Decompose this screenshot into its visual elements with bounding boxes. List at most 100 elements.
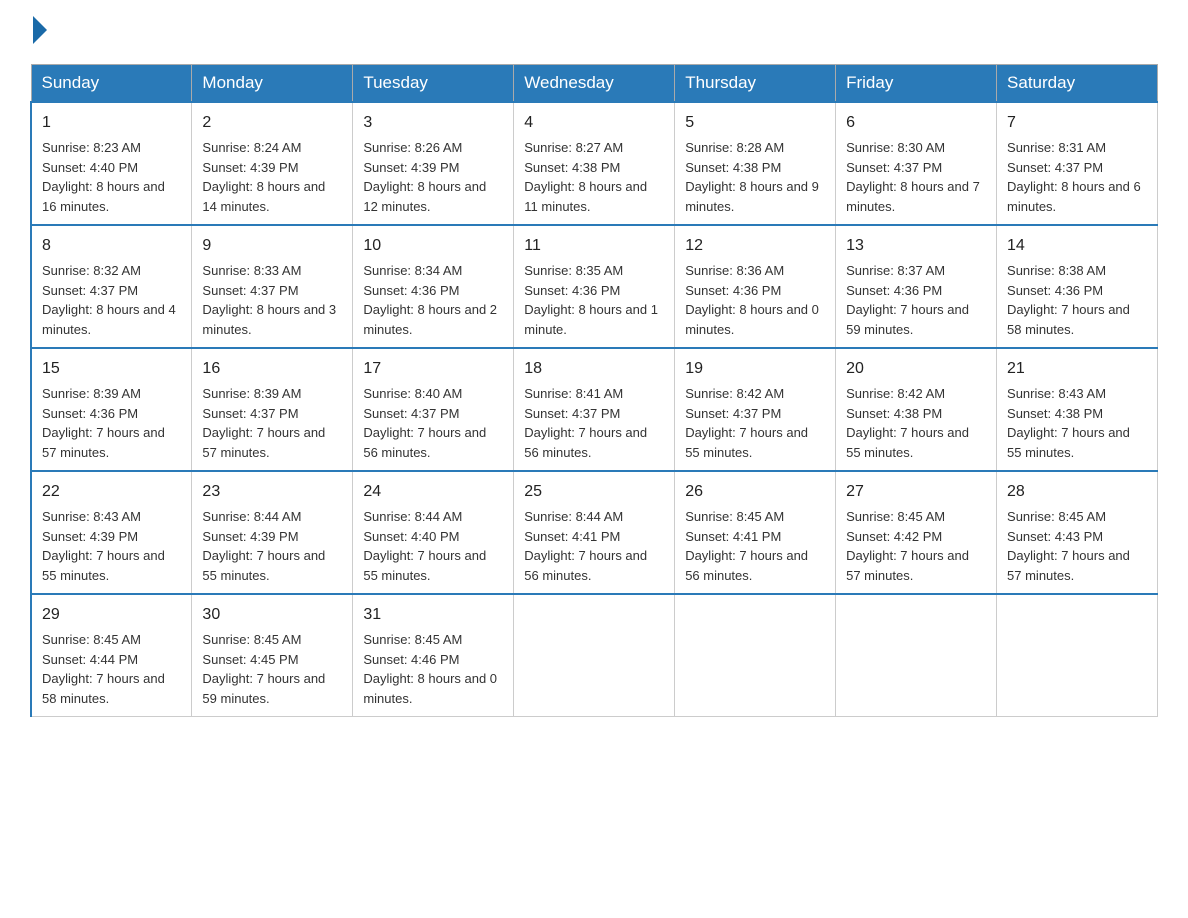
day-info: Sunrise: 8:27 AMSunset: 4:38 PMDaylight:… xyxy=(524,140,647,214)
day-info: Sunrise: 8:45 AMSunset: 4:43 PMDaylight:… xyxy=(1007,509,1130,583)
calendar-cell xyxy=(997,594,1158,717)
calendar-header: SundayMondayTuesdayWednesdayThursdayFrid… xyxy=(31,65,1158,103)
calendar-week-2: 8Sunrise: 8:32 AMSunset: 4:37 PMDaylight… xyxy=(31,225,1158,348)
calendar-cell: 4 Sunrise: 8:27 AMSunset: 4:38 PMDaylight… xyxy=(514,102,675,225)
calendar-week-4: 22Sunrise: 8:43 AMSunset: 4:39 PMDayligh… xyxy=(31,471,1158,594)
day-number: 25 xyxy=(524,480,664,504)
calendar-cell: 30 Sunrise: 8:45 AMSunset: 4:45 PMDayligh… xyxy=(192,594,353,717)
day-info: Sunrise: 8:38 AMSunset: 4:36 PMDaylight:… xyxy=(1007,263,1130,337)
header-day-wednesday: Wednesday xyxy=(514,65,675,103)
day-info: Sunrise: 8:41 AMSunset: 4:37 PMDaylight:… xyxy=(524,386,647,460)
day-info: Sunrise: 8:34 AMSunset: 4:36 PMDaylight:… xyxy=(363,263,497,337)
day-number: 11 xyxy=(524,234,664,258)
calendar-cell: 5 Sunrise: 8:28 AMSunset: 4:38 PMDaylight… xyxy=(675,102,836,225)
day-number: 21 xyxy=(1007,357,1147,381)
logo-triangle-icon xyxy=(33,16,47,44)
calendar-cell: 27 Sunrise: 8:45 AMSunset: 4:42 PMDayligh… xyxy=(836,471,997,594)
day-info: Sunrise: 8:35 AMSunset: 4:36 PMDaylight:… xyxy=(524,263,658,337)
calendar-cell xyxy=(675,594,836,717)
calendar-cell: 22Sunrise: 8:43 AMSunset: 4:39 PMDayligh… xyxy=(31,471,192,594)
day-info: Sunrise: 8:43 AMSunset: 4:38 PMDaylight:… xyxy=(1007,386,1130,460)
day-number: 12 xyxy=(685,234,825,258)
day-number: 1 xyxy=(42,111,181,135)
day-number: 9 xyxy=(202,234,342,258)
day-number: 29 xyxy=(42,603,181,627)
calendar-cell: 2 Sunrise: 8:24 AMSunset: 4:39 PMDaylight… xyxy=(192,102,353,225)
day-number: 19 xyxy=(685,357,825,381)
calendar-cell: 14 Sunrise: 8:38 AMSunset: 4:36 PMDayligh… xyxy=(997,225,1158,348)
day-info: Sunrise: 8:44 AMSunset: 4:39 PMDaylight:… xyxy=(202,509,325,583)
day-number: 27 xyxy=(846,480,986,504)
day-number: 6 xyxy=(846,111,986,135)
calendar-cell: 17Sunrise: 8:40 AMSunset: 4:37 PMDayligh… xyxy=(353,348,514,471)
day-info: Sunrise: 8:39 AMSunset: 4:37 PMDaylight:… xyxy=(202,386,325,460)
header-day-thursday: Thursday xyxy=(675,65,836,103)
day-info: Sunrise: 8:39 AMSunset: 4:36 PMDaylight:… xyxy=(42,386,165,460)
day-number: 2 xyxy=(202,111,342,135)
day-info: Sunrise: 8:45 AMSunset: 4:41 PMDaylight:… xyxy=(685,509,808,583)
calendar-cell: 10 Sunrise: 8:34 AMSunset: 4:36 PMDayligh… xyxy=(353,225,514,348)
header-day-friday: Friday xyxy=(836,65,997,103)
day-info: Sunrise: 8:37 AMSunset: 4:36 PMDaylight:… xyxy=(846,263,969,337)
calendar-cell: 20Sunrise: 8:42 AMSunset: 4:38 PMDayligh… xyxy=(836,348,997,471)
day-info: Sunrise: 8:42 AMSunset: 4:37 PMDaylight:… xyxy=(685,386,808,460)
day-info: Sunrise: 8:30 AMSunset: 4:37 PMDaylight:… xyxy=(846,140,980,214)
calendar-cell: 18 Sunrise: 8:41 AMSunset: 4:37 PMDayligh… xyxy=(514,348,675,471)
calendar-cell: 9 Sunrise: 8:33 AMSunset: 4:37 PMDaylight… xyxy=(192,225,353,348)
calendar-cell: 6 Sunrise: 8:30 AMSunset: 4:37 PMDaylight… xyxy=(836,102,997,225)
calendar-cell: 31 Sunrise: 8:45 AMSunset: 4:46 PMDayligh… xyxy=(353,594,514,717)
day-info: Sunrise: 8:33 AMSunset: 4:37 PMDaylight:… xyxy=(202,263,336,337)
day-number: 7 xyxy=(1007,111,1147,135)
day-info: Sunrise: 8:45 AMSunset: 4:42 PMDaylight:… xyxy=(846,509,969,583)
day-info: Sunrise: 8:31 AMSunset: 4:37 PMDaylight:… xyxy=(1007,140,1141,214)
calendar-cell: 11 Sunrise: 8:35 AMSunset: 4:36 PMDayligh… xyxy=(514,225,675,348)
day-info: Sunrise: 8:45 AMSunset: 4:45 PMDaylight:… xyxy=(202,632,325,706)
day-number: 16 xyxy=(202,357,342,381)
calendar-cell: 3 Sunrise: 8:26 AMSunset: 4:39 PMDaylight… xyxy=(353,102,514,225)
calendar-cell: 19 Sunrise: 8:42 AMSunset: 4:37 PMDayligh… xyxy=(675,348,836,471)
day-number: 14 xyxy=(1007,234,1147,258)
day-info: Sunrise: 8:45 AMSunset: 4:46 PMDaylight:… xyxy=(363,632,497,706)
calendar-cell: 26 Sunrise: 8:45 AMSunset: 4:41 PMDayligh… xyxy=(675,471,836,594)
day-info: Sunrise: 8:42 AMSunset: 4:38 PMDaylight:… xyxy=(846,386,969,460)
calendar-cell: 12 Sunrise: 8:36 AMSunset: 4:36 PMDayligh… xyxy=(675,225,836,348)
day-number: 5 xyxy=(685,111,825,135)
calendar-cell: 15 Sunrise: 8:39 AMSunset: 4:36 PMDayligh… xyxy=(31,348,192,471)
header-day-monday: Monday xyxy=(192,65,353,103)
day-number: 31 xyxy=(363,603,503,627)
day-number: 4 xyxy=(524,111,664,135)
calendar-table: SundayMondayTuesdayWednesdayThursdayFrid… xyxy=(30,64,1158,717)
day-number: 3 xyxy=(363,111,503,135)
calendar-cell xyxy=(514,594,675,717)
calendar-cell: 21 Sunrise: 8:43 AMSunset: 4:38 PMDayligh… xyxy=(997,348,1158,471)
day-number: 8 xyxy=(42,234,181,258)
day-info: Sunrise: 8:45 AMSunset: 4:44 PMDaylight:… xyxy=(42,632,165,706)
day-number: 28 xyxy=(1007,480,1147,504)
day-info: Sunrise: 8:28 AMSunset: 4:38 PMDaylight:… xyxy=(685,140,819,214)
day-number: 26 xyxy=(685,480,825,504)
day-number: 13 xyxy=(846,234,986,258)
day-info: Sunrise: 8:43 AMSunset: 4:39 PMDaylight:… xyxy=(42,509,165,583)
day-info: Sunrise: 8:36 AMSunset: 4:36 PMDaylight:… xyxy=(685,263,819,337)
day-number: 30 xyxy=(202,603,342,627)
calendar-body: 1 Sunrise: 8:23 AMSunset: 4:40 PMDaylight… xyxy=(31,102,1158,717)
calendar-cell: 24Sunrise: 8:44 AMSunset: 4:40 PMDayligh… xyxy=(353,471,514,594)
day-info: Sunrise: 8:44 AMSunset: 4:40 PMDaylight:… xyxy=(363,509,486,583)
calendar-cell: 25 Sunrise: 8:44 AMSunset: 4:41 PMDayligh… xyxy=(514,471,675,594)
day-number: 18 xyxy=(524,357,664,381)
day-number: 17 xyxy=(363,357,503,381)
day-info: Sunrise: 8:23 AMSunset: 4:40 PMDaylight:… xyxy=(42,140,165,214)
day-info: Sunrise: 8:24 AMSunset: 4:39 PMDaylight:… xyxy=(202,140,325,214)
header-day-sunday: Sunday xyxy=(31,65,192,103)
header-day-saturday: Saturday xyxy=(997,65,1158,103)
calendar-week-3: 15 Sunrise: 8:39 AMSunset: 4:36 PMDayligh… xyxy=(31,348,1158,471)
day-number: 15 xyxy=(42,357,181,381)
calendar-cell xyxy=(836,594,997,717)
day-info: Sunrise: 8:44 AMSunset: 4:41 PMDaylight:… xyxy=(524,509,647,583)
day-number: 23 xyxy=(202,480,342,504)
day-info: Sunrise: 8:26 AMSunset: 4:39 PMDaylight:… xyxy=(363,140,486,214)
calendar-cell: 8Sunrise: 8:32 AMSunset: 4:37 PMDaylight… xyxy=(31,225,192,348)
calendar-cell: 29 Sunrise: 8:45 AMSunset: 4:44 PMDayligh… xyxy=(31,594,192,717)
day-number: 10 xyxy=(363,234,503,258)
logo xyxy=(30,20,47,44)
